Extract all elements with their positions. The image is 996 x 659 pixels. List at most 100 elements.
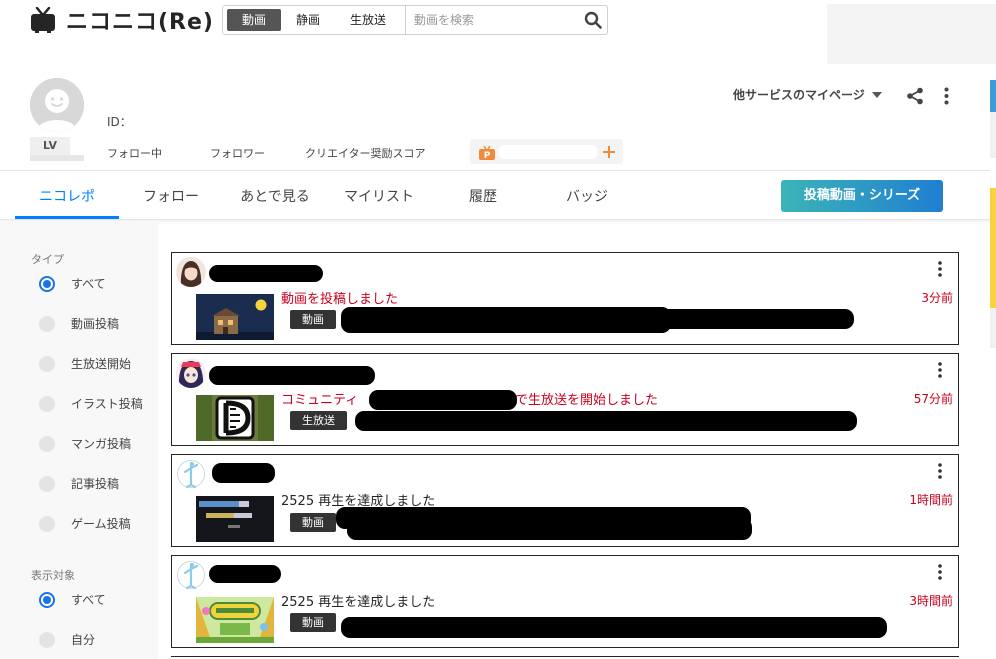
radio-button[interactable] bbox=[39, 275, 55, 292]
site-logo[interactable]: ニコニコ(Re) bbox=[30, 4, 214, 36]
redacted-username bbox=[209, 366, 375, 385]
tab-nicorepo[interactable]: ニコレポ bbox=[15, 186, 119, 206]
svg-text:P: P bbox=[484, 151, 491, 160]
tab-badge[interactable]: バッジ bbox=[535, 186, 639, 206]
type-filter-game[interactable]: ゲーム投稿 bbox=[39, 515, 131, 532]
search-bar: 動画 静画 生放送 bbox=[222, 5, 608, 35]
side-panel-strip-blue bbox=[990, 80, 996, 112]
caret-down-icon bbox=[871, 88, 883, 102]
type-filter-label: ゲーム投稿 bbox=[71, 517, 131, 531]
add-points-icon[interactable] bbox=[602, 144, 616, 163]
redacted-username bbox=[209, 565, 281, 583]
feed-message: 動画を投稿しました bbox=[281, 292, 399, 307]
type-filter-label: マンガ投稿 bbox=[71, 437, 132, 451]
more-options-icon[interactable] bbox=[938, 564, 942, 580]
points-value bbox=[498, 145, 598, 159]
redacted-title bbox=[341, 307, 671, 333]
type-filter-label: 動画投稿 bbox=[71, 317, 120, 331]
feed-message: 2525 再生を達成しました bbox=[281, 595, 436, 610]
tab-mylist[interactable]: マイリスト bbox=[327, 186, 431, 206]
radio-button[interactable] bbox=[39, 315, 55, 332]
more-options-icon[interactable] bbox=[944, 87, 949, 109]
type-filter-label: 生放送開始 bbox=[71, 357, 132, 371]
followers-link[interactable]: フォロワー bbox=[210, 145, 265, 161]
feed-item[interactable]: 2525 再生を達成しました 1時間前 動画 bbox=[171, 454, 959, 547]
redacted-title bbox=[341, 617, 887, 638]
user-avatar[interactable] bbox=[176, 459, 206, 489]
tv-icon bbox=[30, 6, 56, 33]
feed-message: で生放送を開始しました bbox=[515, 393, 659, 408]
more-options-icon[interactable] bbox=[938, 261, 942, 277]
feed-item[interactable]: コミュニティ で生放送を開始しました 57分前 生放送 bbox=[171, 353, 959, 446]
type-filter-illust[interactable]: イラスト投稿 bbox=[39, 395, 143, 412]
video-thumbnail[interactable] bbox=[196, 496, 274, 542]
user-avatar[interactable] bbox=[176, 358, 206, 388]
radio-button[interactable] bbox=[39, 435, 55, 452]
avatar[interactable] bbox=[30, 78, 84, 132]
redacted-title bbox=[347, 518, 752, 540]
user-avatar[interactable] bbox=[176, 560, 206, 590]
content-type-badge: 動画 bbox=[290, 513, 336, 532]
radio-button[interactable] bbox=[39, 515, 55, 532]
type-filter-label: イラスト投稿 bbox=[71, 397, 143, 411]
radio-button[interactable] bbox=[39, 631, 55, 648]
radio-button[interactable] bbox=[39, 591, 55, 608]
tab-watch-later[interactable]: あとで見る bbox=[223, 186, 327, 206]
creator-score-link[interactable]: クリエイター奨励スコア bbox=[305, 145, 426, 161]
uploads-series-button[interactable]: 投稿動画・シリーズ bbox=[781, 180, 943, 212]
radio-button[interactable] bbox=[39, 355, 55, 372]
target-filter-label: 自分 bbox=[71, 633, 96, 647]
more-options-icon[interactable] bbox=[938, 362, 942, 378]
side-panel-strip-yellow bbox=[990, 188, 996, 308]
side-panel-strip-grey-2 bbox=[990, 308, 996, 348]
target-filter-self[interactable]: 自分 bbox=[39, 631, 95, 648]
more-options-icon[interactable] bbox=[938, 463, 942, 479]
type-filter-article[interactable]: 記事投稿 bbox=[39, 475, 119, 492]
side-panel-strip-grey bbox=[990, 112, 996, 158]
feed-time: 3分前 bbox=[921, 291, 953, 305]
feed-time: 57分前 bbox=[913, 392, 953, 406]
type-filter-heading: タイプ bbox=[31, 253, 64, 266]
search-icon[interactable] bbox=[579, 6, 607, 34]
type-filter-manga[interactable]: マンガ投稿 bbox=[39, 435, 131, 452]
radio-button[interactable] bbox=[39, 395, 55, 412]
ad-banner bbox=[827, 4, 996, 64]
community-label: コミュニティ bbox=[281, 393, 359, 408]
feed-time: 3時間前 bbox=[909, 594, 953, 608]
video-thumbnail[interactable] bbox=[196, 294, 274, 340]
content-type-badge: 動画 bbox=[290, 613, 336, 632]
points-icon: P bbox=[479, 145, 495, 164]
search-type-live[interactable]: 生放送 bbox=[335, 9, 401, 31]
default-avatar-icon bbox=[30, 78, 84, 132]
redacted-username bbox=[209, 265, 323, 282]
share-icon[interactable] bbox=[906, 87, 924, 109]
type-filter-label: すべて bbox=[71, 277, 106, 291]
radio-button[interactable] bbox=[39, 475, 55, 492]
redacted-username bbox=[212, 463, 275, 483]
type-filter-video[interactable]: 動画投稿 bbox=[39, 315, 119, 332]
level-progress-bar bbox=[30, 155, 84, 161]
content-type-badge: 動画 bbox=[290, 310, 336, 329]
search-input[interactable] bbox=[405, 6, 579, 34]
search-type-segment: 動画 静画 生放送 bbox=[227, 9, 401, 31]
video-thumbnail[interactable] bbox=[196, 597, 274, 643]
following-link[interactable]: フォロー中 bbox=[107, 145, 162, 161]
type-filter-label: 記事投稿 bbox=[71, 477, 120, 491]
search-type-video[interactable]: 動画 bbox=[227, 9, 282, 31]
redacted-community-name bbox=[369, 390, 517, 410]
tab-history[interactable]: 履歴 bbox=[431, 186, 535, 206]
feed-item[interactable]: 動画を投稿しました 3分前 動画 bbox=[171, 252, 959, 345]
feed-item[interactable]: 2525 再生を達成しました 3時間前 動画 bbox=[171, 555, 959, 648]
redacted-title bbox=[642, 309, 854, 329]
other-services-dropdown[interactable]: 他サービスのマイページ bbox=[733, 86, 883, 103]
target-filter-all[interactable]: すべて bbox=[39, 591, 106, 608]
user-avatar[interactable] bbox=[176, 257, 206, 287]
logo-text: ニコニコ(Re) bbox=[66, 10, 214, 35]
search-type-image[interactable]: 静画 bbox=[281, 9, 335, 31]
live-thumbnail[interactable] bbox=[196, 395, 274, 441]
type-filter-live[interactable]: 生放送開始 bbox=[39, 355, 131, 372]
tab-follow[interactable]: フォロー bbox=[119, 186, 223, 206]
target-filter-heading: 表示対象 bbox=[31, 569, 75, 582]
type-filter-all[interactable]: すべて bbox=[39, 275, 106, 292]
redacted-title bbox=[355, 411, 857, 431]
